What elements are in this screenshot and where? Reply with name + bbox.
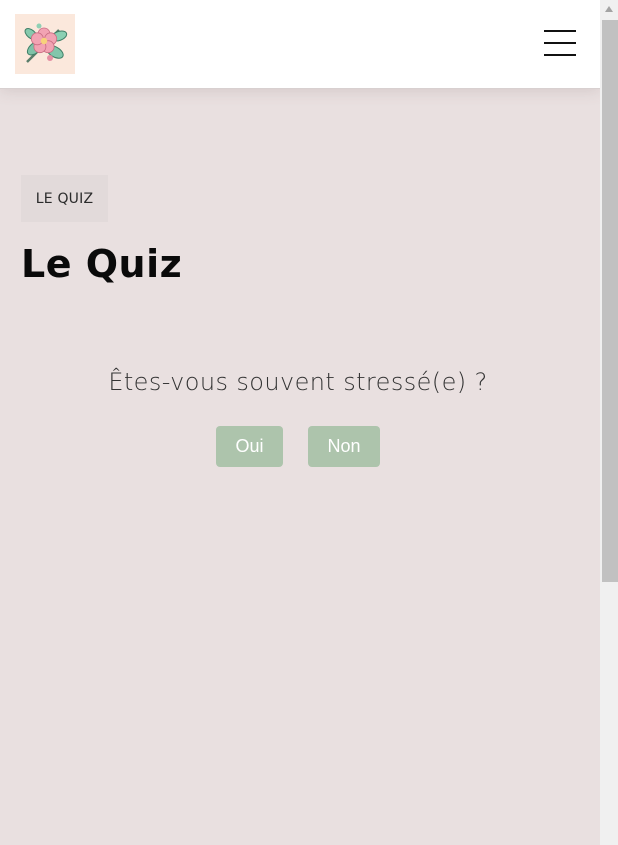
scrollbar-thumb[interactable] [602,20,618,582]
flower-logo-icon [15,14,75,74]
quiz-question: Êtes-vous souvent stressé(e) ? [108,368,488,396]
breadcrumb: LE QUIZ [21,175,108,222]
page: LE QUIZ Le Quiz Êtes-vous souvent stress… [0,0,600,845]
menu-bar [544,30,576,33]
page-title: Le Quiz [21,242,183,286]
scroll-up-arrow-icon[interactable] [605,6,613,12]
answer-no-button[interactable]: Non [308,426,380,467]
vertical-scrollbar[interactable] [600,0,618,845]
answer-yes-button[interactable]: Oui [216,426,283,467]
menu-bar [544,42,576,45]
site-header [0,0,600,89]
site-logo[interactable] [15,14,75,74]
hamburger-menu-icon[interactable] [540,28,580,60]
menu-bar [544,54,576,57]
